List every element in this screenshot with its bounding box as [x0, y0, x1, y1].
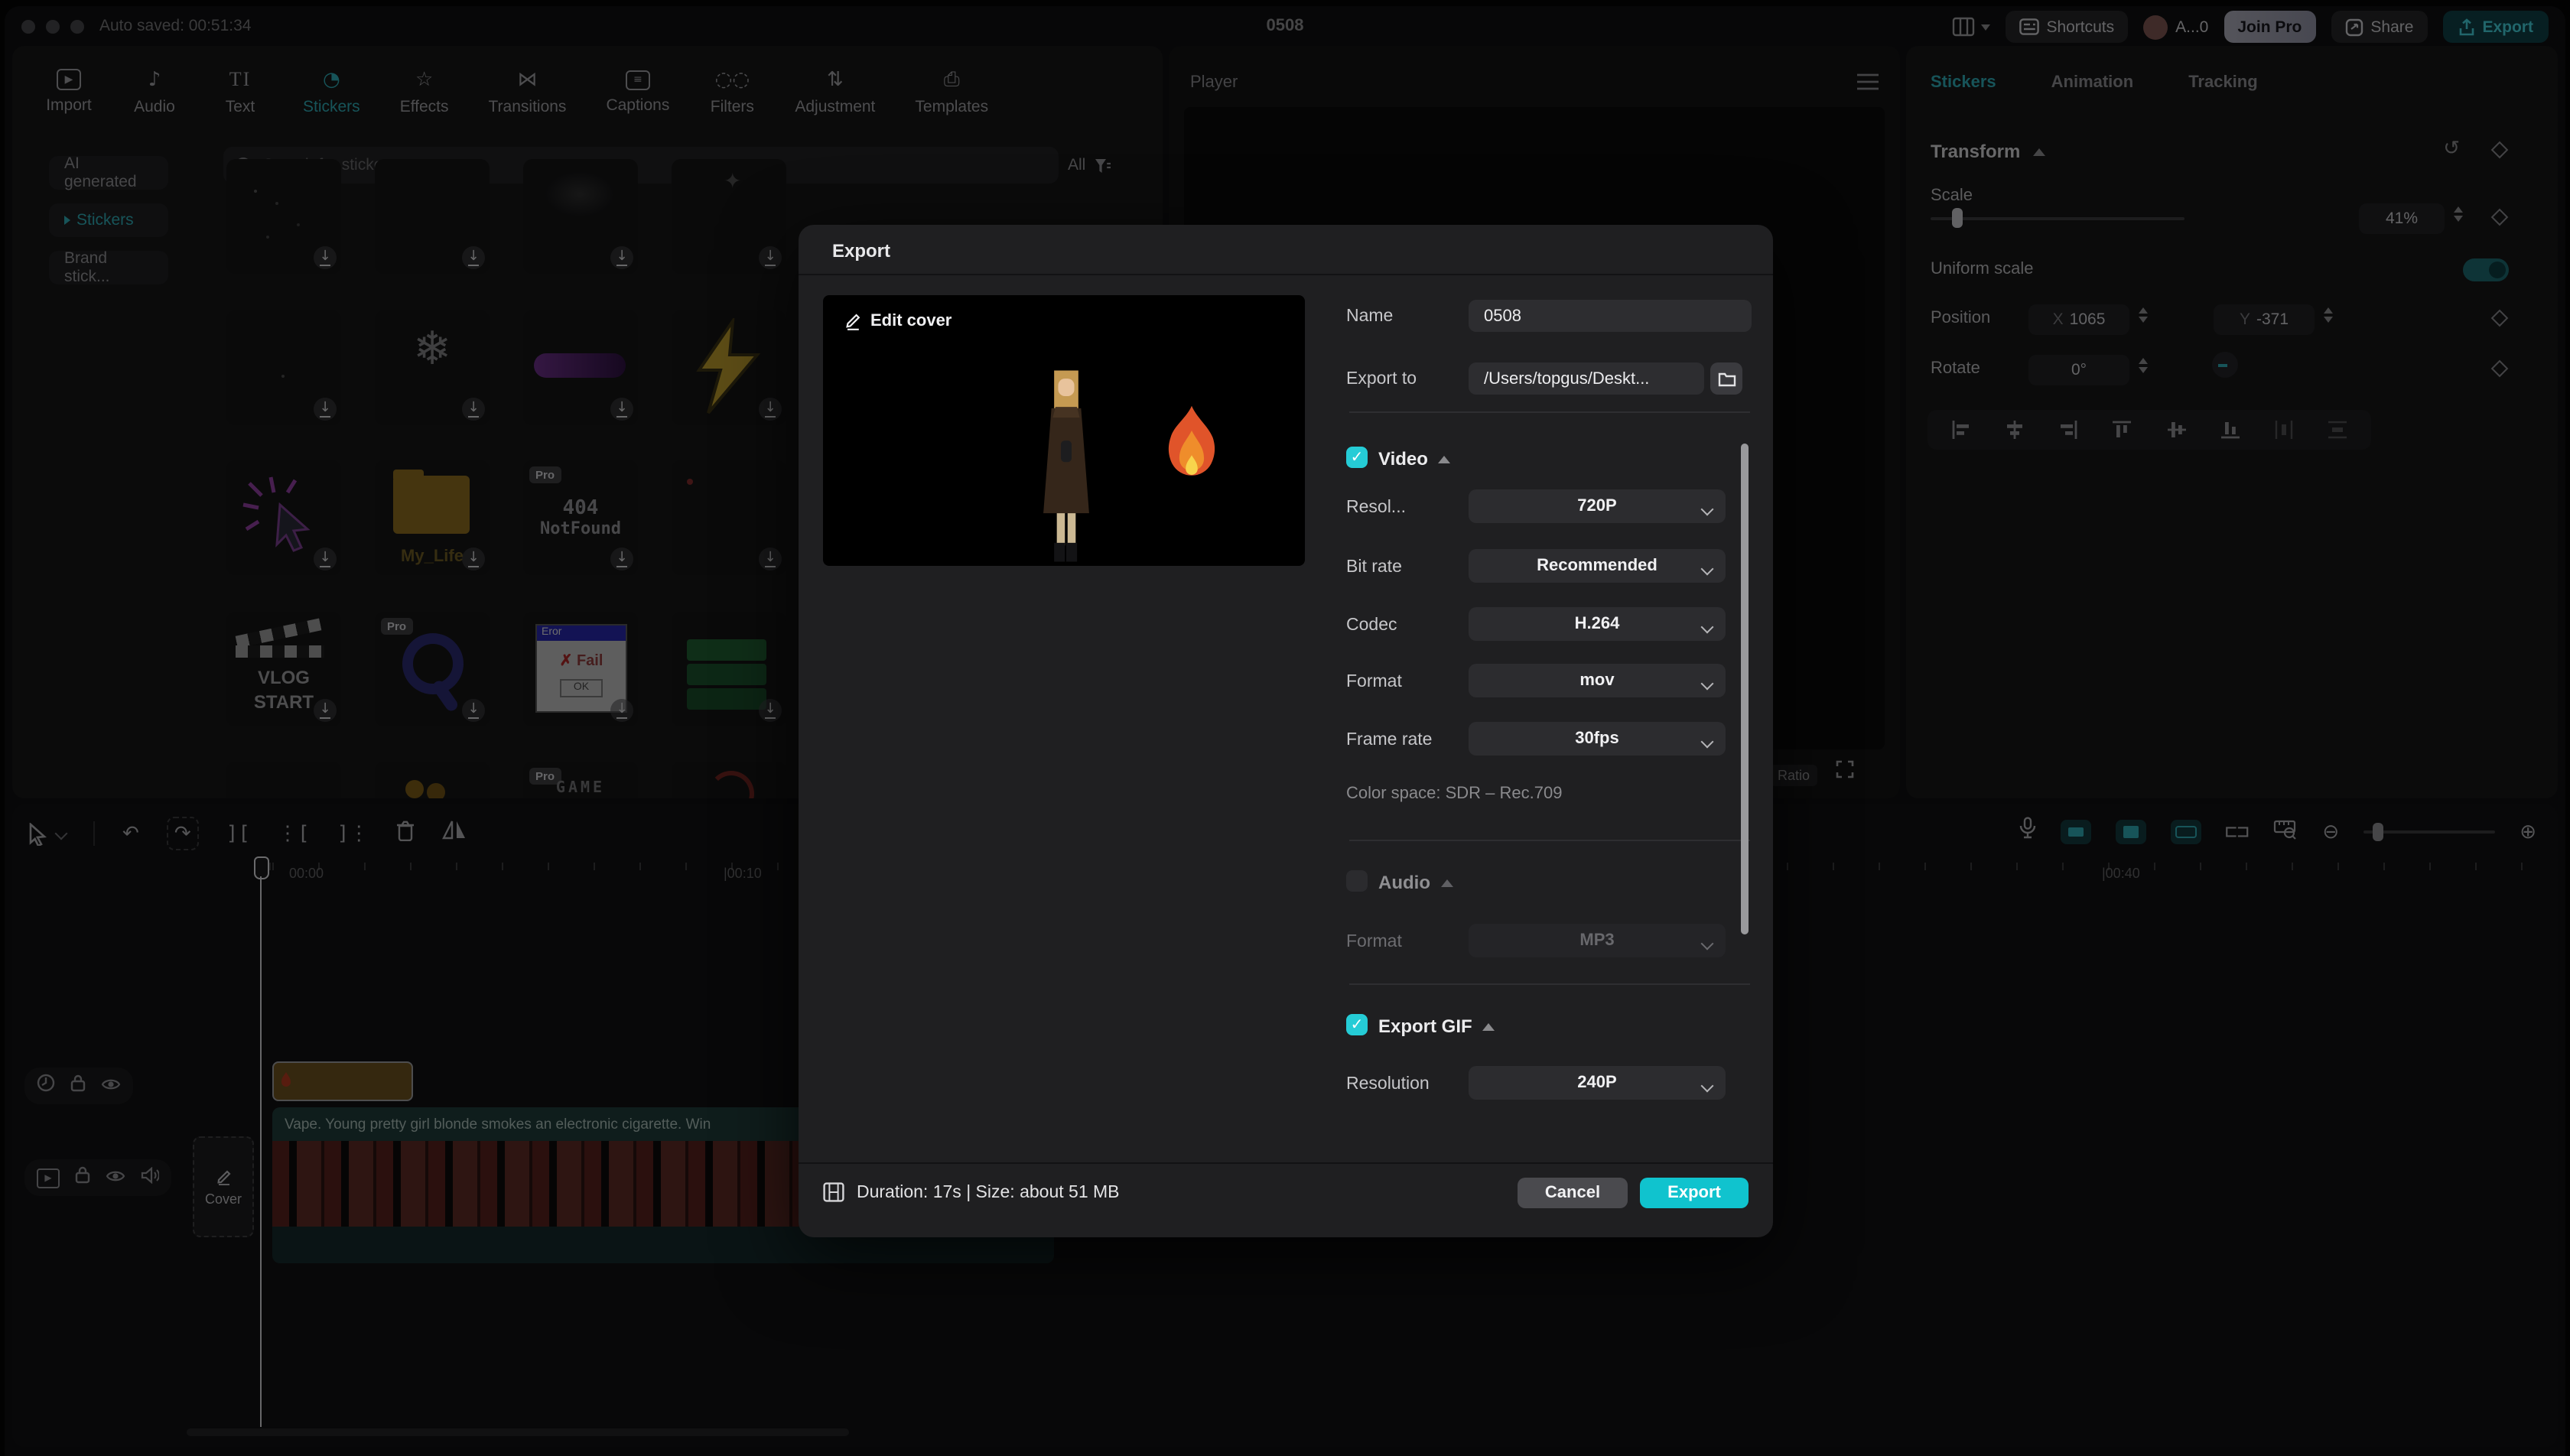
- gif-checkbox[interactable]: ✓: [1346, 1014, 1368, 1035]
- audio-section-label: Audio: [1378, 872, 1430, 893]
- edit-cover-label: Edit cover: [870, 312, 952, 330]
- format-dropdown[interactable]: mov: [1469, 664, 1726, 697]
- divider: [1349, 840, 1750, 841]
- codec-label: Codec: [1346, 616, 1397, 635]
- export-confirm-label: Export: [1667, 1184, 1721, 1202]
- resolution-dropdown[interactable]: 720P: [1469, 489, 1726, 523]
- gif-section-header[interactable]: Export GIF: [1378, 1016, 1495, 1037]
- duration-size-info: Duration: 17s | Size: about 51 MB: [857, 1183, 1120, 1201]
- chevron-down-icon: [1700, 562, 1714, 576]
- app-window: Auto saved: 00:51:34 0508 Shortcuts A...…: [0, 0, 2570, 1456]
- divider: [799, 1162, 1773, 1164]
- export-dialog: Export Edit cover Name 0508 Export to /U…: [799, 225, 1773, 1237]
- video-section-header[interactable]: Video: [1378, 448, 1451, 470]
- divider: [1349, 411, 1750, 413]
- gif-resolution-dropdown[interactable]: 240P: [1469, 1066, 1726, 1100]
- audio-format-label: Format: [1346, 933, 1402, 951]
- bitrate-value: Recommended: [1537, 557, 1657, 575]
- bitrate-label: Bit rate: [1346, 558, 1402, 577]
- browse-folder-button[interactable]: [1710, 362, 1742, 395]
- cancel-label: Cancel: [1544, 1184, 1601, 1202]
- codec-dropdown[interactable]: H.264: [1469, 607, 1726, 641]
- audio-format-dropdown[interactable]: MP3: [1469, 924, 1726, 957]
- format-label: Format: [1346, 673, 1402, 691]
- video-section-label: Video: [1378, 448, 1428, 470]
- folder-icon: [1717, 372, 1736, 386]
- audio-checkbox[interactable]: ✓: [1346, 870, 1368, 892]
- divider: [799, 274, 1773, 275]
- chevron-down-icon: [1700, 502, 1714, 516]
- name-label: Name: [1346, 307, 1394, 326]
- resolution-label: Resol...: [1346, 499, 1406, 517]
- gif-section-label: Export GIF: [1378, 1016, 1472, 1037]
- gif-resolution-value: 240P: [1577, 1074, 1617, 1092]
- export-to-value: /Users/topgus/Deskt...: [1484, 369, 1650, 388]
- framerate-dropdown[interactable]: 30fps: [1469, 722, 1726, 756]
- resolution-value: 720P: [1577, 497, 1617, 515]
- collapse-icon: [1482, 1022, 1495, 1030]
- edit-cover-button[interactable]: Edit cover: [844, 312, 952, 330]
- chevron-down-icon: [1700, 937, 1714, 951]
- cancel-button[interactable]: Cancel: [1518, 1178, 1628, 1208]
- divider: [1349, 983, 1750, 985]
- audio-format-value: MP3: [1579, 931, 1615, 950]
- film-icon: [823, 1182, 844, 1202]
- codec-value: H.264: [1574, 615, 1620, 633]
- dialog-scrollbar[interactable]: [1741, 444, 1749, 934]
- name-input[interactable]: 0508: [1469, 300, 1752, 332]
- color-space-info: Color space: SDR – Rec.709: [1346, 785, 1563, 803]
- collapse-icon: [1441, 879, 1453, 886]
- framerate-label: Frame rate: [1346, 731, 1433, 749]
- collapse-icon: [1438, 455, 1451, 463]
- video-frame-person: [1043, 370, 1089, 562]
- bitrate-dropdown[interactable]: Recommended: [1469, 549, 1726, 583]
- chevron-down-icon: [1700, 620, 1714, 634]
- framerate-value: 30fps: [1575, 730, 1619, 748]
- cover-preview[interactable]: Edit cover: [823, 295, 1305, 566]
- format-value: mov: [1579, 671, 1615, 690]
- video-checkbox[interactable]: ✓: [1346, 447, 1368, 468]
- audio-section-header[interactable]: Audio: [1378, 872, 1453, 893]
- export-summary: Duration: 17s | Size: about 51 MB: [823, 1182, 1120, 1202]
- gif-resolution-label: Resolution: [1346, 1075, 1430, 1094]
- export-to-input[interactable]: /Users/topgus/Deskt...: [1469, 362, 1704, 395]
- export-confirm-button[interactable]: Export: [1640, 1178, 1749, 1208]
- export-to-label: Export to: [1346, 370, 1417, 388]
- fire-emoji-sticker: [1168, 405, 1215, 476]
- pencil-icon: [846, 314, 860, 330]
- chevron-down-icon: [1700, 1079, 1714, 1093]
- chevron-down-icon: [1700, 677, 1714, 691]
- chevron-down-icon: [1700, 735, 1714, 749]
- dialog-title: Export: [832, 240, 891, 262]
- name-value: 0508: [1484, 307, 1521, 325]
